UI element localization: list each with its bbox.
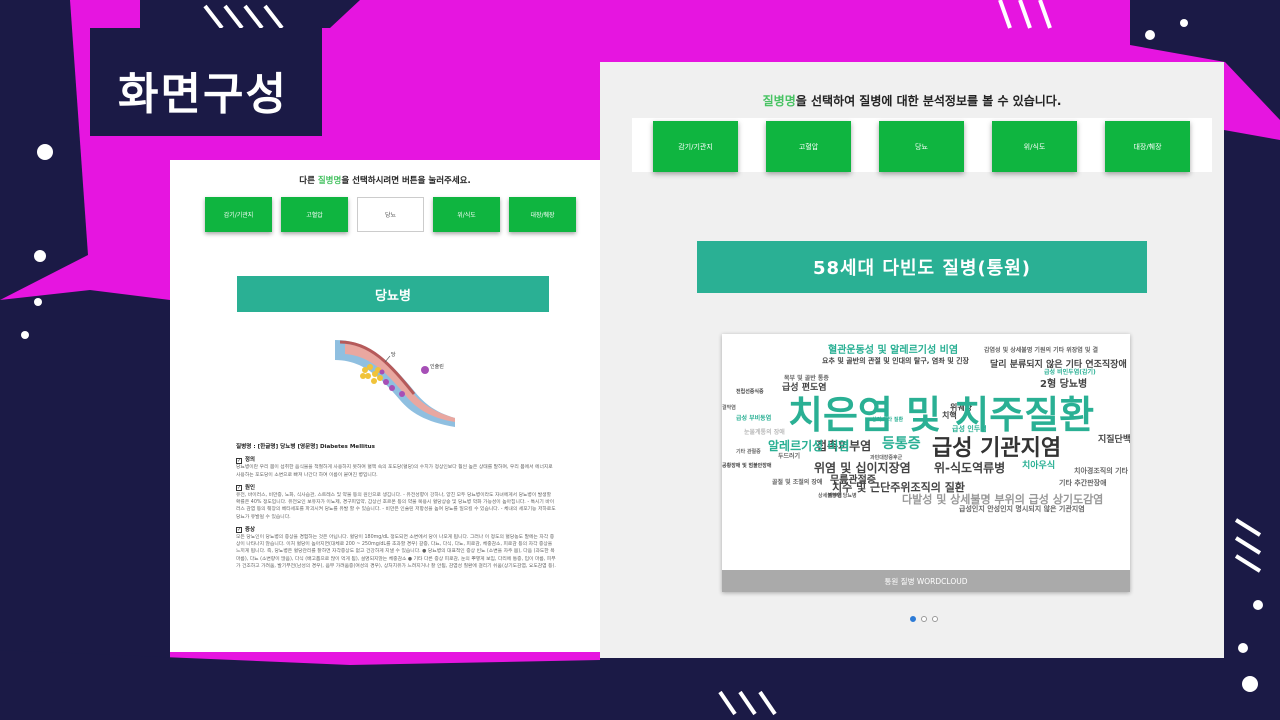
detail-instruction: 다른 질병명을 선택하시려면 버튼을 눌러주세요. [170,174,600,186]
label-sugar: 당 [391,351,396,358]
disease-description: 질병명 : [한글명] 당뇨병 [영문명] Diabetes Mellitus … [236,444,556,570]
frequent-disease-banner: 58세대 다빈도 질병(통원) [697,241,1147,293]
wordcloud-word: 기타 추간판장애 [1059,479,1107,487]
wordcloud-word: 공황장애 및 범불안장애 [722,463,772,469]
wordcloud-word: 과민대장증후군 [870,455,903,461]
detail-screen: 다른 질병명을 선택하시려면 버튼을 눌러주세요. 감기/기관지 고혈압 당뇨 … [170,160,600,652]
analysis-screen: 질병명을 선택하여 질병에 대한 분석정보를 볼 수 있습니다. 감기/기관지 … [600,62,1224,658]
wordcloud-word: 요추 및 골반의 관절 및 인대의 탈구, 염좌 및 긴장 [822,357,969,365]
section-symptom-title: ✓ 증상 [236,526,255,534]
label-insulin: 인슐린 [430,363,444,370]
carousel-dots [910,616,938,622]
disease-button-hypertension[interactable]: 고혈압 [281,197,348,232]
carousel-dot[interactable] [910,616,916,622]
analysis-instruction: 질병명을 선택하여 질병에 대한 분석정보를 볼 수 있습니다. [600,92,1224,109]
wordcloud-word: 무릎관절증 [830,475,876,486]
carousel-dot[interactable] [921,616,927,622]
wordcloud-word: 목부 및 골반 통증 [784,375,829,382]
section-definition-body: 당뇨병이란 우리 몸이 섭취한 음식물을 적절하게 사용하지 못하여 혈액 속의… [236,465,553,478]
disease-banner: 당뇨병 [237,276,549,312]
checkbox-icon: ✓ [236,527,242,534]
disease-name-line: 질병명 : [한글명] 당뇨병 [영문명] Diabetes Mellitus [236,444,375,450]
disease-button-cold[interactable]: 감기/기관지 [205,197,272,232]
wordcloud-word: 등통증 [882,436,921,452]
section-cause-title: ✓ 원인 [236,484,255,492]
wordcloud-word: 치아경조직의 기타 [1074,467,1128,475]
wordcloud-word: 전립선증식증 [736,389,764,395]
wordcloud-word: 위염 및 십이지장염 [814,461,911,475]
instruction-suffix: 을 선택하여 질병에 대한 분석정보를 볼 수 있습니다. [795,94,1062,108]
wordcloud-word: 급성 편도염 [782,383,827,393]
wordcloud-word: 다발성 및 상세불명 부위의 급성 상기도감염 [902,493,1104,506]
wordcloud-word: 두드러기 [778,453,801,460]
wordcloud-word: 감염성 및 상세불명 기원의 기타 위장염 및 결 [984,347,1098,354]
slide-title: 화면구성 [118,69,288,120]
wordcloud-word: 위-식도역류병 [934,461,1006,475]
disease-button-cold[interactable]: 감기/기관지 [653,121,738,172]
wordcloud-word: 급성인지 안성인지 명시되지 않은 기관지염 [959,505,1085,513]
checkbox-icon: ✓ [236,457,242,464]
wordcloud-word: 눈물계통의 장애 [744,429,785,436]
wordcloud-word: 기타 관절증 [736,449,761,455]
checkbox-icon: ✓ [236,485,242,492]
wordcloud-word: 골절 및 조절의 장애 [772,479,823,486]
section-symptom-body: 모든 당뇨인이 당뇨병의 증상을 경험하는 것은 아닙니다. 혈당이 180mg… [236,535,556,569]
wordcloud-word: 알레르기성 비염 [768,439,850,453]
wordcloud-word: 지질단백 [1098,435,1130,445]
wordcloud-word: 급성 비인두염(감기) [1044,369,1096,376]
disease-button-colon[interactable]: 대장/췌장 [1105,121,1190,172]
wordcloud: 급성 기관지염 등통증 접촉피부염 알레르기성 비염 위염 및 십이지장염 위-식도역류병… [722,334,1130,570]
wordcloud-word: 급성 기관지염 [932,436,1062,461]
disease-button-diabetes[interactable]: 당뇨 [357,197,424,232]
detail-disease-buttons: 감기/기관지 고혈압 당뇨 위/식도 대장/췌장 [205,197,576,232]
analysis-button-bar: 감기/기관지 고혈압 당뇨 위/식도 대장/췌장 [632,118,1212,172]
instruction-suffix: 을 선택하시려면 버튼을 눌러주세요. [341,176,471,186]
wordcloud-word: 피부염 [828,493,842,499]
wordcloud-caption: 통원 질병 WORDCLOUD [722,570,1130,592]
blood-vessel-illustration: 당 인슐린 [335,340,455,427]
section-cause-body: 유전, 바이러스, 비만증, 노화, 식사습관, 스트레스 및 약물 등의 원인… [236,493,556,520]
wordcloud-word: 결막염 [722,405,736,411]
wordcloud-word: 치아우식 [1022,461,1056,471]
disease-button-stomach[interactable]: 위/식도 [433,197,500,232]
instruction-prefix: 다른 [299,176,318,186]
disease-button-hypertension[interactable]: 고혈압 [766,121,851,172]
disease-button-colon[interactable]: 대장/췌장 [509,197,576,232]
disease-button-stomach[interactable]: 위/식도 [992,121,1077,172]
wordcloud-word: 혈관운동성 및 알레르기성 비염 [828,345,959,356]
instruction-highlight: 질병명 [317,176,342,186]
slide: 화면구성 다른 질병명을 선택하시려면 버튼을 눌러주세요. 감기/기관지 고혈… [0,0,1280,720]
wordcloud-word: 치은염 및 치주질환 [788,393,1095,437]
wordcloud-word: 2형 당뇨병 [1040,379,1088,390]
instruction-highlight: 질병명 [762,94,796,108]
disease-button-diabetes[interactable]: 당뇨 [879,121,964,172]
carousel-dot[interactable] [932,616,938,622]
wordcloud-card: 급성 기관지염 등통증 접촉피부염 알레르기성 비염 위염 및 십이지장염 위-식도역류병… [722,334,1130,592]
section-definition-title: ✓ 정의 [236,457,255,464]
wordcloud-word: 급성 부비동염 [736,415,772,422]
